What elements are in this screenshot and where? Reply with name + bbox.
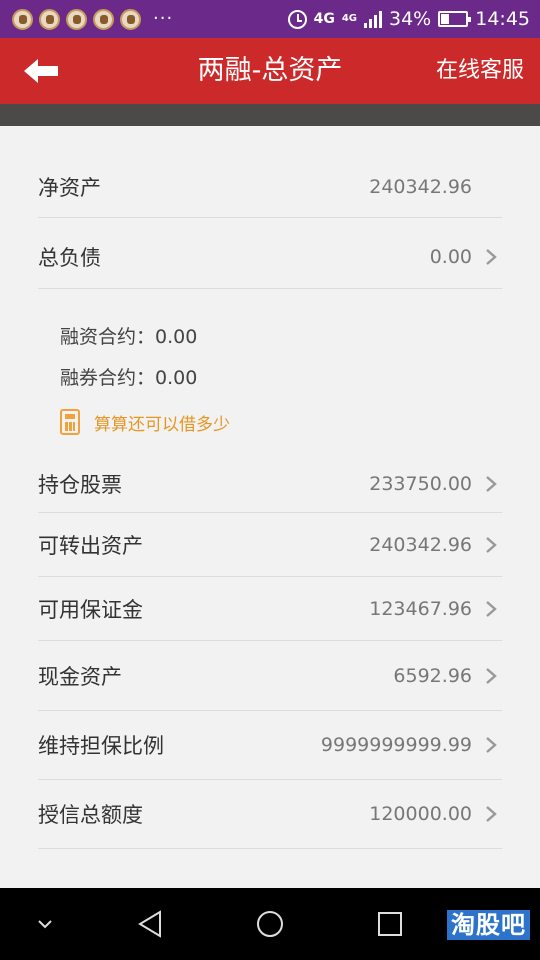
chevron-right-icon — [486, 476, 497, 492]
row-value: 120000.00 — [369, 803, 472, 825]
hide-nav-button[interactable] — [25, 888, 65, 960]
status-bar: ··· 4G 4G 34% 14:45 — [0, 0, 540, 38]
chevron-right-icon — [486, 600, 497, 617]
chevron-right-icon — [486, 737, 497, 753]
chevron-right-icon — [486, 806, 497, 822]
clock: 14:45 — [475, 8, 530, 30]
row-label: 总负债 — [38, 246, 101, 270]
row-label: 维持担保比例 — [38, 734, 164, 758]
more-notifications-icon: ··· — [153, 8, 174, 29]
notification-app-icon — [12, 8, 33, 30]
system-nav-bar: 淘股吧 — [0, 888, 540, 960]
watermark-logo: 淘股吧 — [447, 910, 530, 940]
row-label: 净资产 — [38, 175, 101, 200]
nav-back-button[interactable] — [128, 888, 172, 960]
row-value: 233750.00 — [369, 473, 472, 495]
row-label: 可转出资产 — [38, 533, 143, 558]
header-divider — [0, 104, 540, 126]
signal-icon — [364, 10, 382, 28]
row-maintenance-ratio[interactable]: 维持担保比例 9999999999.99 — [38, 711, 502, 780]
borrow-calculator-link[interactable]: 算算还可以借多少 — [60, 409, 230, 435]
notification-app-icon — [120, 8, 141, 30]
notification-icons: ··· — [12, 8, 174, 30]
home-circle-icon — [257, 911, 283, 937]
row-available-margin[interactable]: 可用保证金 123467.96 — [38, 577, 502, 641]
chevron-right-icon — [486, 667, 497, 684]
row-value: 9999999999.99 — [320, 734, 472, 756]
row-value: 123467.96 — [369, 597, 472, 620]
borrow-calculator-label: 算算还可以借多少 — [94, 414, 230, 435]
calculator-icon — [60, 409, 80, 435]
row-value: 240342.96 — [369, 175, 472, 198]
network-type-secondary: 4G — [341, 13, 357, 24]
row-value: 6592.96 — [393, 664, 472, 687]
row-net-assets: 净资产 240342.96 — [38, 156, 502, 218]
row-cash-assets[interactable]: 现金资产 6592.96 — [38, 641, 502, 711]
securities-contract: 融券合约：0.00 — [60, 367, 198, 389]
battery-percent: 34% — [389, 8, 432, 30]
alarm-icon — [287, 9, 307, 29]
row-positions[interactable]: 持仓股票 233750.00 — [38, 456, 502, 513]
online-service-button[interactable]: 在线客服 — [436, 38, 524, 104]
row-label: 授信总额度 — [38, 803, 143, 827]
chevron-right-icon — [486, 536, 497, 553]
recents-square-icon — [378, 912, 402, 936]
row-label: 现金资产 — [38, 664, 122, 689]
chevron-right-icon — [486, 249, 497, 265]
row-label: 持仓股票 — [38, 473, 122, 497]
financing-contract: 融资合约：0.00 — [60, 326, 198, 348]
row-transferable-assets[interactable]: 可转出资产 240342.96 — [38, 513, 502, 577]
nav-home-button[interactable] — [248, 888, 292, 960]
row-value: 240342.96 — [369, 533, 472, 556]
notification-app-icon — [93, 8, 114, 30]
row-label: 可用保证金 — [38, 597, 143, 622]
row-value: 0.00 — [429, 246, 472, 268]
battery-icon — [438, 11, 472, 27]
chevron-down-icon — [38, 920, 52, 929]
notification-app-icon — [66, 8, 87, 30]
nav-recents-button[interactable] — [368, 888, 412, 960]
notification-app-icon — [39, 8, 60, 30]
app-header: 两融-总资产 在线客服 — [0, 38, 540, 104]
row-credit-limit[interactable]: 授信总额度 120000.00 — [38, 780, 502, 849]
network-type: 4G — [313, 11, 335, 27]
asset-list: 净资产 240342.96 总负债 0.00 融资合约：0.00 融券合约：0.… — [0, 126, 540, 888]
back-triangle-icon — [138, 910, 161, 938]
row-total-liabilities[interactable]: 总负债 0.00 — [38, 226, 502, 289]
